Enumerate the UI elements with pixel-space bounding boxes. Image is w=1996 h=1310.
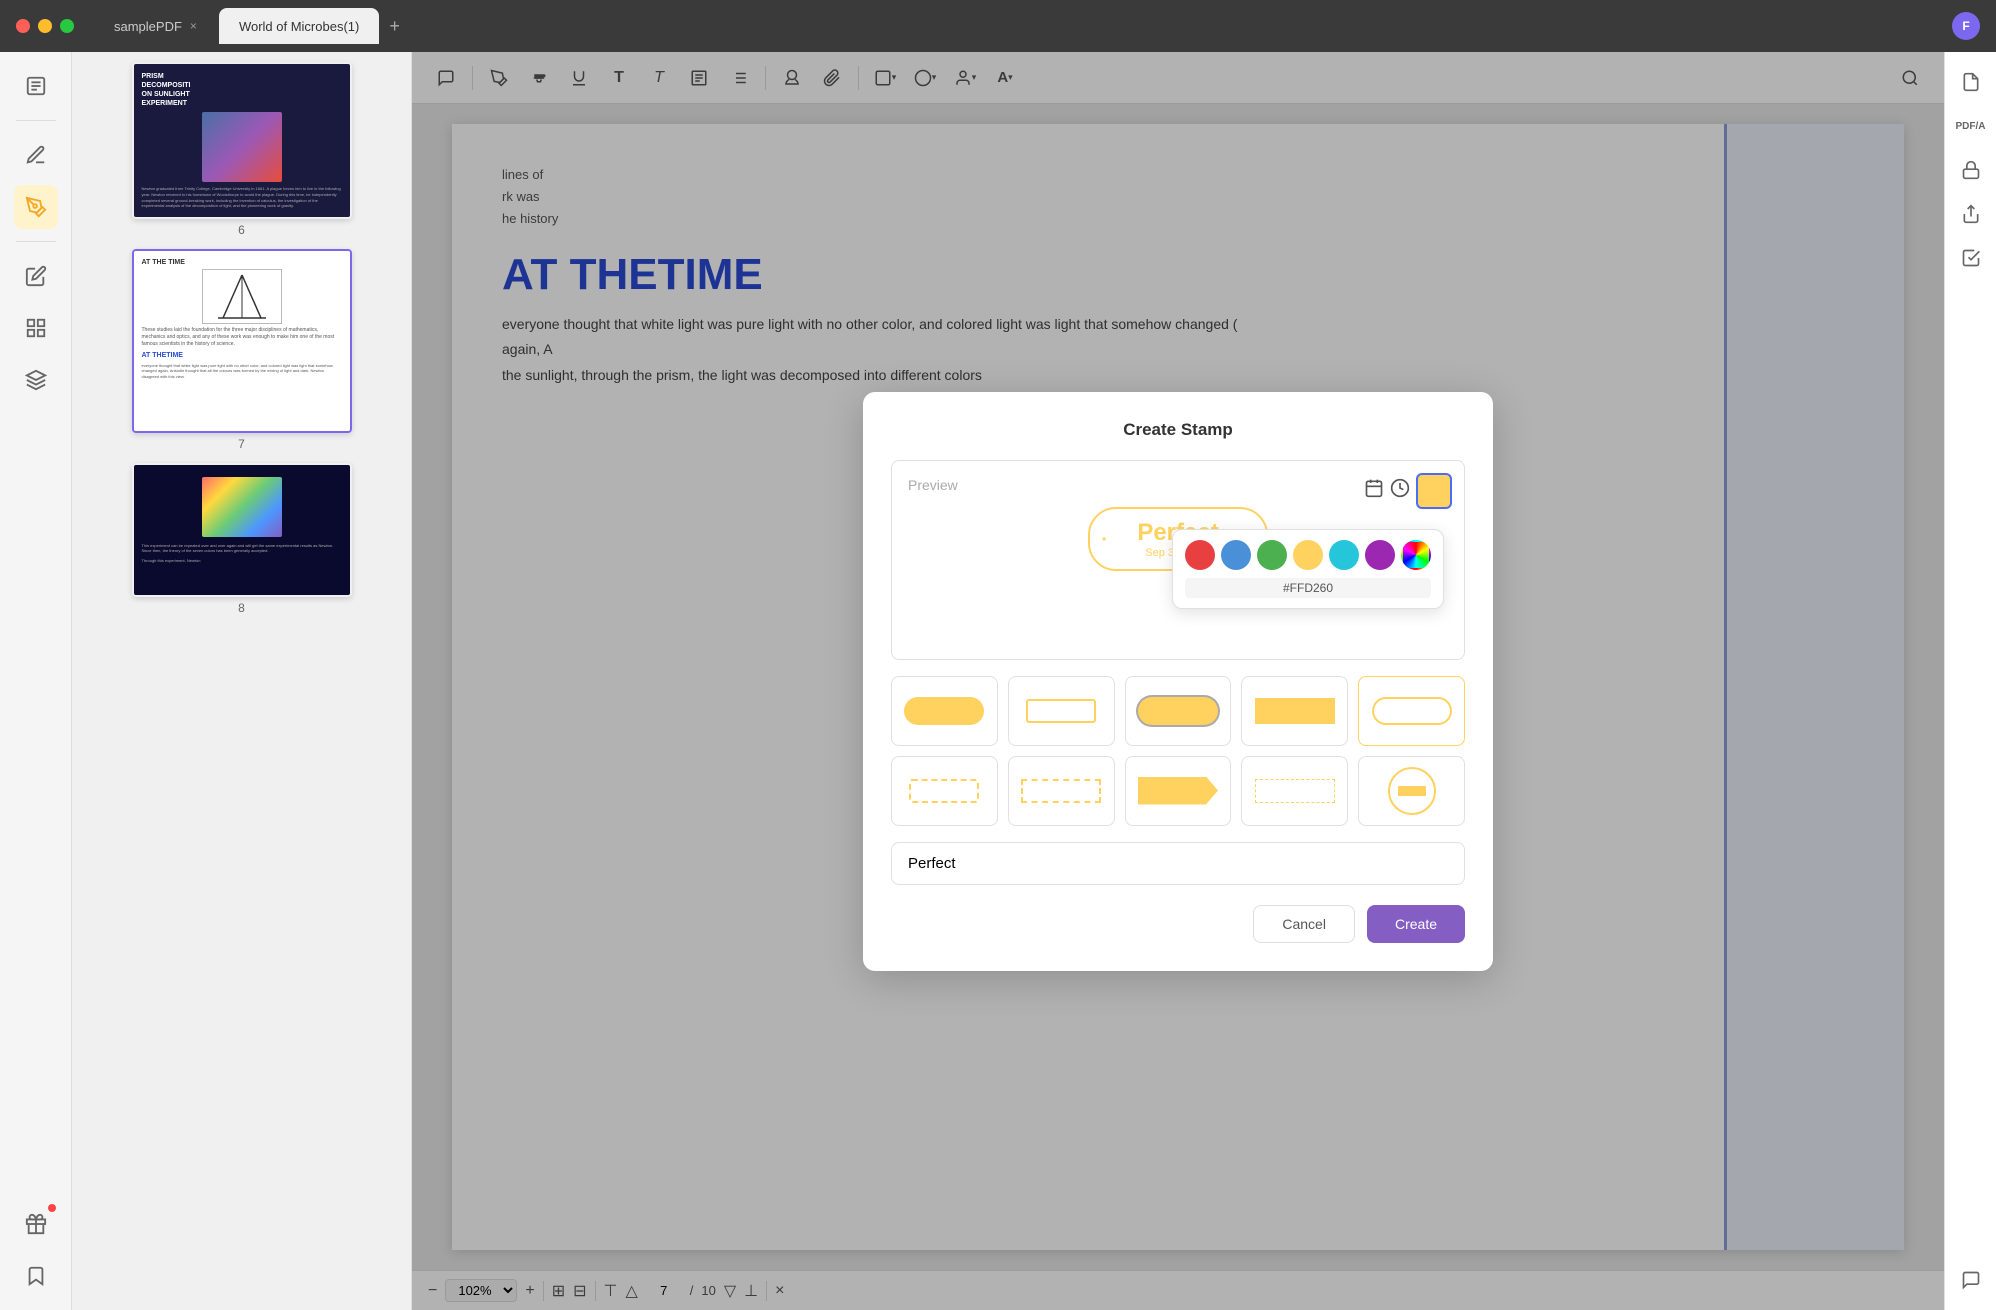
thumb7-title-text: AT THE TIME — [142, 259, 342, 266]
color-swatch-red[interactable] — [1185, 540, 1215, 570]
thumb7-diagram — [202, 269, 282, 324]
right-icon-lock[interactable] — [1953, 152, 1989, 188]
sidebar-icon-annotation[interactable] — [14, 133, 58, 177]
tab-world-of-microbes[interactable]: World of Microbes(1) — [219, 8, 379, 44]
sidebar-icon-bookmark[interactable] — [14, 1254, 58, 1298]
sidebar-divider2 — [16, 241, 56, 242]
color-picker-popup: #FFD260 — [1172, 529, 1444, 609]
modal-overlay: Create Stamp Preview — [412, 52, 1944, 1310]
color-swatch-purple[interactable] — [1365, 540, 1395, 570]
thumb7-body: These studies laid the foundation for th… — [142, 327, 342, 348]
right-icon-check[interactable] — [1953, 240, 1989, 276]
page-number-6: 6 — [238, 223, 245, 237]
add-tab-button[interactable]: + — [381, 8, 408, 44]
thumbnail-page7[interactable]: AT THE TIME These studies laid the found… — [82, 249, 401, 451]
stamp-shape-dashed-long[interactable] — [1241, 756, 1348, 826]
stamp-shape-dashed-rect[interactable] — [891, 756, 998, 826]
create-stamp-modal: Create Stamp Preview — [863, 392, 1493, 971]
calendar-icon[interactable] — [1364, 478, 1384, 503]
create-button[interactable]: Create — [1367, 905, 1465, 943]
thumb6-prism-image — [202, 112, 282, 182]
right-sidebar: PDF/A — [1944, 52, 1996, 1310]
sidebar-divider — [16, 120, 56, 121]
color-swatches — [1185, 540, 1431, 570]
stamp-preview-area: Preview — [891, 460, 1465, 660]
stamp-shape-filled-rect[interactable] — [1241, 676, 1348, 746]
close-window-button[interactable] — [16, 19, 30, 33]
right-icon-page[interactable] — [1953, 64, 1989, 100]
color-swatch-cyan[interactable] — [1329, 540, 1359, 570]
page-number-7: 7 — [238, 437, 245, 451]
thumb7-more-text: everyone thought that white light was pu… — [142, 363, 342, 380]
color-swatch-green[interactable] — [1257, 540, 1287, 570]
stamp-shape-arrow[interactable] — [1125, 756, 1232, 826]
traffic-lights — [16, 19, 74, 33]
cancel-button[interactable]: Cancel — [1253, 905, 1355, 943]
color-swatch-multi[interactable] — [1401, 540, 1431, 570]
left-sidebar — [0, 52, 72, 1310]
thumb8-footer: Through this experiment, Newton — [142, 558, 342, 563]
page-number-8: 8 — [238, 601, 245, 615]
minimize-window-button[interactable] — [38, 19, 52, 33]
clock-icon[interactable] — [1390, 478, 1410, 503]
sidebar-icon-gift[interactable] — [14, 1202, 58, 1246]
sidebar-icon-edit[interactable] — [14, 254, 58, 298]
sidebar-icon-layers[interactable] — [14, 358, 58, 402]
color-hex-value[interactable]: #FFD260 — [1185, 578, 1431, 598]
fullscreen-window-button[interactable] — [60, 19, 74, 33]
gift-badge — [48, 1204, 56, 1212]
stamp-shape-outline-rect[interactable] — [1008, 676, 1115, 746]
modal-buttons: Cancel Create — [891, 905, 1465, 943]
stamp-shapes-grid — [891, 676, 1465, 826]
sidebar-icon-highlight[interactable] — [14, 185, 58, 229]
thumbnail-page6[interactable]: PRISMDECOMPOSITION SUNLIGHTEXPERIMENT Ne… — [82, 62, 401, 237]
main-layout: PRISMDECOMPOSITION SUNLIGHTEXPERIMENT Ne… — [0, 52, 1996, 1310]
color-swatch-blue[interactable] — [1221, 540, 1251, 570]
user-avatar[interactable]: F — [1952, 12, 1980, 40]
right-icon-pdfa[interactable]: PDF/A — [1953, 108, 1989, 144]
thumbnail-panel: PRISMDECOMPOSITION SUNLIGHTEXPERIMENT Ne… — [72, 52, 412, 1310]
thumb7-at-thetime: AT THETIME — [142, 352, 342, 359]
title-bar: samplePDF × World of Microbes(1) + F — [0, 0, 1996, 52]
thumb8-colorful-img — [202, 477, 282, 537]
stamp-shape-filled-rounded[interactable] — [891, 676, 998, 746]
stamp-shape-dashed-wide[interactable] — [1008, 756, 1115, 826]
color-controls: #FFD260 — [1364, 473, 1452, 509]
stamp-shape-circle[interactable] — [1358, 756, 1465, 826]
thumbnail-page8[interactable]: This experiment can be repeated over and… — [82, 463, 401, 615]
stamp-text-input[interactable] — [891, 842, 1465, 885]
stamp-shape-filled-rounded-border[interactable] — [1125, 676, 1232, 746]
modal-title: Create Stamp — [891, 420, 1465, 440]
thumb6-body-text: Newton graduated from Trinity College, C… — [142, 186, 342, 208]
tab-bar: samplePDF × World of Microbes(1) + — [94, 8, 1944, 44]
active-color-button[interactable] — [1416, 473, 1452, 509]
sidebar-icon-document[interactable] — [14, 64, 58, 108]
thumbnail-img-6[interactable]: PRISMDECOMPOSITION SUNLIGHTEXPERIMENT Ne… — [132, 62, 352, 219]
thumbnail-img-8[interactable]: This experiment can be repeated over and… — [132, 463, 352, 597]
content-wrapper: T T ▾ ▾ — [412, 52, 1944, 1310]
right-icon-chat[interactable] — [1953, 1262, 1989, 1298]
preview-label: Preview — [908, 477, 958, 493]
tab-close-icon[interactable]: × — [190, 19, 197, 33]
right-icon-share[interactable] — [1953, 196, 1989, 232]
thumb8-text: This experiment can be repeated over and… — [142, 543, 342, 554]
stamp-shape-outline-rounded[interactable] — [1358, 676, 1465, 746]
color-swatch-yellow[interactable] — [1293, 540, 1323, 570]
tab-samplepdf[interactable]: samplePDF × — [94, 8, 217, 44]
sidebar-icon-forms[interactable] — [14, 306, 58, 350]
thumbnail-img-7[interactable]: AT THE TIME These studies laid the found… — [132, 249, 352, 433]
